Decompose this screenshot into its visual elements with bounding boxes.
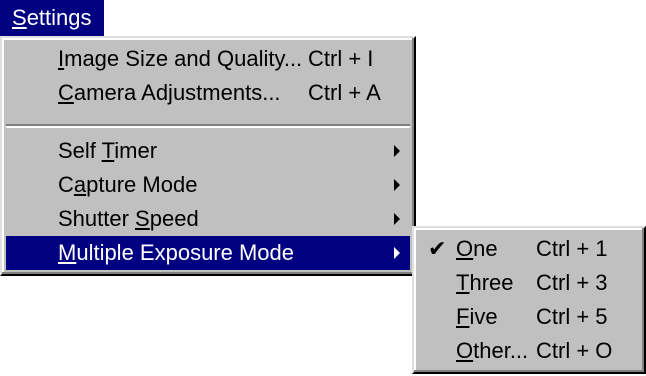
submenu-item-shortcut: Ctrl + O [536, 338, 613, 363]
menu-item-self-timer[interactable]: Self Timer [6, 134, 410, 168]
menu-item-shortcut: Ctrl + A [308, 80, 381, 105]
menu-item-image-size-quality[interactable]: Image Size and Quality... Ctrl + I [6, 42, 410, 76]
multiple-exposure-submenu: ✔ One Ctrl + 1 Three Ctrl + 3 Five Ctrl … [412, 226, 646, 374]
menu-item-shutter-speed[interactable]: Shutter Speed [6, 202, 410, 236]
submenu-item-shortcut: Ctrl + 3 [536, 270, 608, 295]
menu-item-label: Multiple Exposure Mode [58, 240, 295, 265]
menu-item-label: Self Timer [58, 138, 158, 163]
checkmark-icon: ✔ [428, 236, 447, 261]
menu-item-label: Shutter Speed [58, 206, 199, 231]
submenu-item-shortcut: Ctrl + 5 [536, 304, 608, 329]
menu-item-camera-adjustments[interactable]: Camera Adjustments... Ctrl + A [6, 76, 410, 110]
submenu-arrow-icon [394, 145, 400, 157]
submenu-item-one[interactable]: ✔ One Ctrl + 1 [418, 232, 640, 266]
submenu-arrow-icon [394, 179, 400, 191]
settings-label-rest: ettings [26, 5, 92, 30]
submenu-item-label: Five [456, 304, 498, 329]
settings-mnemonic: S [12, 5, 27, 30]
menu-item-label: Capture Mode [58, 172, 198, 197]
submenu-item-label: Three [456, 270, 514, 295]
menu-item-label: Camera Adjustments... [58, 80, 281, 105]
settings-menu-title[interactable]: Settings [0, 0, 104, 36]
menu-item-label: Image Size and Quality... [58, 46, 303, 71]
menu-item-shortcut: Ctrl + I [308, 46, 374, 71]
menu-item-multiple-exposure-mode[interactable]: Multiple Exposure Mode [6, 236, 410, 270]
submenu-item-shortcut: Ctrl + 1 [536, 236, 608, 261]
submenu-item-label: Other... [456, 338, 529, 363]
submenu-arrow-icon [394, 213, 400, 225]
submenu-item-five[interactable]: Five Ctrl + 5 [418, 300, 640, 334]
submenu-item-other[interactable]: Other... Ctrl + O [418, 334, 640, 368]
menu-item-capture-mode[interactable]: Capture Mode [6, 168, 410, 202]
menu-separator [6, 124, 410, 128]
submenu-item-label: One [456, 236, 498, 261]
submenu-arrow-icon [394, 247, 400, 259]
submenu-item-three[interactable]: Three Ctrl + 3 [418, 266, 640, 300]
settings-dropdown: Image Size and Quality... Ctrl + I Camer… [0, 36, 416, 276]
